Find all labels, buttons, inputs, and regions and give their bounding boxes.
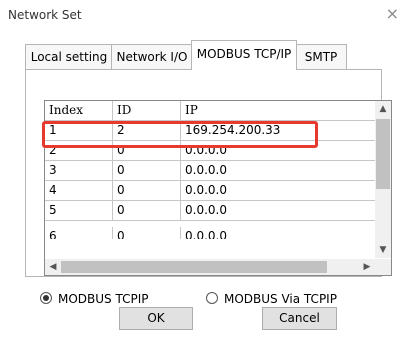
radio-selected-icon bbox=[40, 292, 52, 304]
table-row[interactable]: 4 0 0.0.0.0 bbox=[45, 181, 375, 201]
table-row[interactable]: 6 0 0.0.0.0 bbox=[45, 221, 375, 239]
cell-index: 3 bbox=[45, 161, 113, 180]
cell-ip: 0.0.0.0 bbox=[185, 229, 227, 239]
cancel-button[interactable]: Cancel bbox=[262, 307, 337, 330]
radio-unselected-icon bbox=[206, 292, 218, 304]
cell-index: 5 bbox=[45, 201, 113, 220]
window-title: Network Set bbox=[8, 8, 82, 22]
table-header: Index ID IP bbox=[45, 101, 375, 121]
cell-index: 4 bbox=[45, 181, 113, 200]
network-set-dialog: Network Set × Local setting Network I/O … bbox=[0, 0, 411, 347]
table-row[interactable]: 3 0 0.0.0.0 bbox=[45, 161, 375, 181]
up-arrow-icon[interactable]: ▲ bbox=[375, 101, 391, 117]
cell-id: 0 bbox=[113, 227, 181, 239]
header-ip[interactable]: IP bbox=[181, 101, 375, 120]
right-arrow-icon[interactable]: ▶ bbox=[359, 259, 375, 275]
horizontal-scroll-thumb[interactable] bbox=[61, 261, 327, 273]
vertical-scrollbar[interactable]: ▲ ▼ bbox=[375, 101, 391, 258]
table-row[interactable]: 5 0 0.0.0.0 bbox=[45, 201, 375, 221]
title-bar: Network Set × bbox=[0, 0, 411, 28]
radio-modbus-tcpip[interactable]: MODBUS TCPIP bbox=[40, 292, 149, 306]
cell-id: 0 bbox=[113, 201, 181, 220]
vertical-scroll-thumb[interactable] bbox=[376, 119, 390, 189]
close-icon[interactable]: × bbox=[386, 4, 399, 23]
tab-local-setting[interactable]: Local setting bbox=[25, 44, 113, 69]
tab-network-io[interactable]: Network I/O bbox=[111, 44, 193, 69]
cell-ip: 0.0.0.0 bbox=[185, 183, 227, 197]
cell-ip: 0.0.0.0 bbox=[185, 203, 227, 217]
horizontal-scrollbar[interactable]: ◀ ▶ bbox=[45, 259, 375, 275]
tab-smtp[interactable]: SMTP bbox=[295, 44, 347, 69]
highlight-annotation bbox=[42, 121, 318, 148]
scroll-corner bbox=[375, 259, 391, 275]
header-index[interactable]: Index bbox=[45, 101, 113, 120]
left-arrow-icon[interactable]: ◀ bbox=[45, 259, 61, 275]
down-arrow-icon[interactable]: ▼ bbox=[375, 242, 391, 258]
ok-button[interactable]: OK bbox=[119, 307, 193, 330]
cell-index: 6 bbox=[45, 227, 113, 239]
radio-label: MODBUS TCPIP bbox=[58, 292, 149, 306]
cell-id: 0 bbox=[113, 181, 181, 200]
radio-label: MODBUS Via TCPIP bbox=[224, 292, 337, 306]
radio-modbus-via-tcpip[interactable]: MODBUS Via TCPIP bbox=[206, 292, 337, 306]
tab-modbus-tcpip[interactable]: MODBUS TCP/IP bbox=[191, 40, 297, 70]
cell-ip: 0.0.0.0 bbox=[185, 163, 227, 177]
header-id[interactable]: ID bbox=[113, 101, 181, 120]
cell-id: 0 bbox=[113, 161, 181, 180]
